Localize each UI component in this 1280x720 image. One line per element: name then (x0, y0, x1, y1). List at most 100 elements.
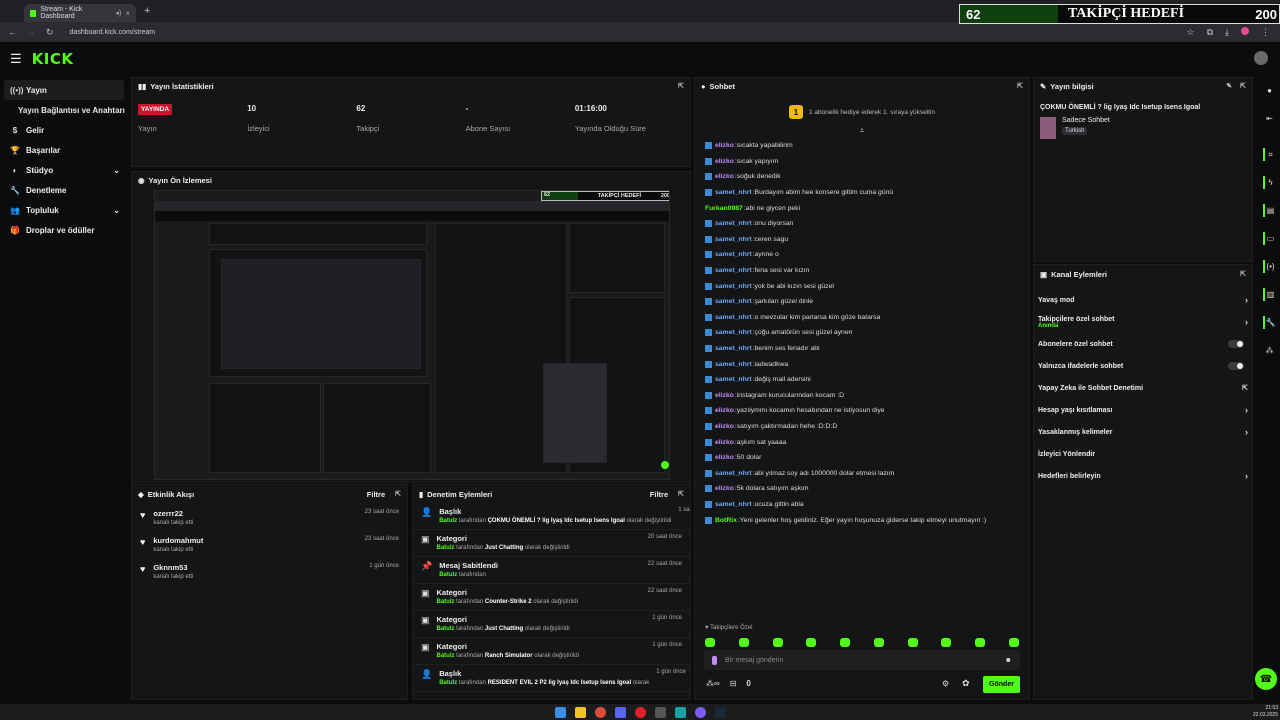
chat-username[interactable]: samet_nhrt (715, 470, 752, 477)
sidebar-item-yayin[interactable]: ((•)) Yayın (4, 80, 124, 100)
emote[interactable] (772, 638, 783, 647)
moderator-name[interactable]: Batulz (437, 653, 455, 659)
emoji-icon[interactable]: ☻ (1005, 657, 1012, 664)
user-avatar[interactable] (1254, 51, 1268, 65)
toggle-switch[interactable] (1228, 362, 1244, 370)
chat-username[interactable]: Furkan0987 (705, 205, 743, 212)
popout-icon[interactable]: ⇱ (678, 82, 684, 90)
profile-icon[interactable] (1241, 26, 1249, 35)
follower-name[interactable]: Gknnm53 (153, 563, 193, 572)
follower-name[interactable]: ozerrr22 (153, 509, 193, 518)
filter-button[interactable]: Filtre (650, 490, 668, 499)
channel-action[interactable]: İzleyici Yönlendir (1034, 443, 1252, 465)
emote[interactable] (738, 638, 749, 647)
chat-username[interactable]: samet_nhrt (715, 267, 752, 274)
edit-icon[interactable]: ✎ (1226, 82, 1232, 90)
new-tab-button[interactable]: + (144, 5, 150, 17)
chat-input[interactable]: Bir mesaj gönderin ☻ (704, 650, 1020, 670)
extensions-icon[interactable]: ⧉ (1207, 27, 1213, 38)
obs-icon[interactable] (654, 706, 666, 718)
browser-tab[interactable]: Stream - Kick Dashboard ◂) × (24, 4, 136, 22)
users-icon[interactable]: ⁂∞ (706, 679, 720, 688)
toggle-switch[interactable] (1228, 340, 1244, 348)
collapse-icon[interactable]: ⇤ (1263, 112, 1276, 125)
close-tab-icon[interactable]: × (125, 9, 130, 18)
chat-username[interactable]: elizko (715, 142, 734, 149)
opera-icon[interactable] (634, 706, 646, 718)
book-icon[interactable]: ▥ (1263, 288, 1276, 301)
channel-action[interactable]: Abonelere özel sohbet (1034, 333, 1252, 355)
chat-username[interactable]: elizko (715, 158, 734, 165)
hamburger-menu-icon[interactable]: ☰ (10, 51, 22, 67)
sidebar-item-stream-key[interactable]: Yayın Bağlantısı ve Anahtarı (0, 100, 128, 120)
gift-icon[interactable]: ⊟ (730, 679, 737, 688)
info-icon[interactable]: ● (1263, 84, 1276, 97)
sidebar-item-droplar[interactable]: 🎁 Droplar ve ödüller (0, 220, 128, 240)
chat-username[interactable]: samet_nhrt (715, 314, 752, 321)
chrome-icon[interactable] (594, 706, 606, 718)
chat-username[interactable]: samet_nhrt (715, 298, 752, 305)
sidebar-item-denetleme[interactable]: 🔧 Denetleme (0, 180, 128, 200)
chat-username[interactable]: samet_nhrt (715, 376, 752, 383)
sidebar-item-gelir[interactable]: $ Gelir (0, 120, 128, 140)
emote[interactable] (705, 638, 715, 647)
popout-icon[interactable]: ⇱ (1017, 82, 1023, 90)
chat-username[interactable]: samet_nhrt (715, 329, 752, 336)
chat-username[interactable]: BotRix (715, 517, 737, 524)
channel-action[interactable]: Yavaş mod › (1034, 289, 1252, 311)
chat-username[interactable]: samet_nhrt (715, 345, 752, 352)
moderator-name[interactable]: Batulz (437, 626, 455, 632)
sidebar-item-basarilar[interactable]: 🏆 Başarılar (0, 140, 128, 160)
settings-icon[interactable]: ⚙ (942, 679, 949, 688)
speaker-icon[interactable]: ◂) (115, 9, 121, 17)
emote[interactable] (840, 638, 851, 647)
send-button[interactable]: Gönder (983, 676, 1020, 693)
menu-icon[interactable]: ⋮ (1261, 27, 1270, 38)
stream-preview-video[interactable]: 62 TAKİPÇİ HEDEFİ 200 (154, 190, 670, 480)
chat-username[interactable]: samet_nhrt (715, 220, 752, 227)
chat-username[interactable]: samet_nhrt (715, 251, 752, 258)
emote[interactable] (907, 638, 918, 647)
chat-username[interactable]: elizko (715, 485, 734, 492)
url-field[interactable]: dashboard.kick.com/stream (70, 29, 1177, 36)
bolt-icon[interactable]: ϟ (1263, 176, 1276, 189)
kick-logo[interactable]: KICK (32, 50, 74, 68)
emote[interactable] (975, 638, 986, 647)
sidebar-item-topluluk[interactable]: 👥 Topluluk ⌄ (0, 200, 128, 220)
emote[interactable] (1008, 638, 1019, 647)
steam-icon[interactable] (714, 706, 726, 718)
moderator-name[interactable]: Batulz (439, 572, 457, 578)
channel-action[interactable]: Yapay Zeka ile Sohbet Denetimi ⇱ (1034, 377, 1252, 399)
popout-icon[interactable]: ⇱ (678, 490, 684, 498)
channel-action[interactable]: Hesap yaşı kısıtlaması › (1034, 399, 1252, 421)
emote[interactable] (941, 638, 952, 647)
chat-username[interactable]: samet_nhrt (715, 283, 752, 290)
popout-icon[interactable]: ⇱ (1240, 270, 1246, 278)
channel-action[interactable]: Takipçilere özel sohbet Anında › (1034, 311, 1252, 333)
gift-sub-banner[interactable]: 1 1 abonelik hediye ederek 1. sıraya yük… (695, 98, 1029, 126)
clipboard-icon[interactable]: ▤ (1263, 204, 1276, 217)
chat-username[interactable]: samet_nhrt (715, 361, 752, 368)
sidebar-item-studyo[interactable]: ◐ Stüdyo ⌄ (0, 160, 128, 180)
channel-action[interactable]: Hedefleri belirleyin › (1034, 465, 1252, 487)
windows-start-icon[interactable] (554, 706, 566, 718)
chat-username[interactable]: samet_nhrt (715, 189, 752, 196)
edge-icon[interactable] (674, 706, 686, 718)
chevron-down-icon[interactable]: ⩡ (695, 126, 1029, 138)
people-icon[interactable]: ⁂ (1263, 344, 1276, 357)
star-icon[interactable]: ☆ (1187, 27, 1195, 38)
moderator-name[interactable]: Batulz (439, 680, 457, 686)
back-icon[interactable]: ← (8, 27, 17, 37)
chat-username[interactable]: elizko (715, 423, 734, 430)
filter-button[interactable]: Filtre (367, 490, 385, 499)
file-explorer-icon[interactable] (574, 706, 586, 718)
crop-icon[interactable]: ⌗ (1263, 148, 1276, 161)
app-icon[interactable] (694, 706, 706, 718)
emote[interactable] (806, 638, 817, 647)
reload-icon[interactable]: ↻ (46, 27, 54, 38)
emote[interactable] (873, 638, 884, 647)
moderator-name[interactable]: Batulz (439, 518, 457, 524)
wrench-icon[interactable]: 🔧 (1263, 316, 1276, 329)
message-icon[interactable]: ▭ (1263, 232, 1276, 245)
gift-box-icon[interactable]: ✿ (962, 678, 970, 689)
